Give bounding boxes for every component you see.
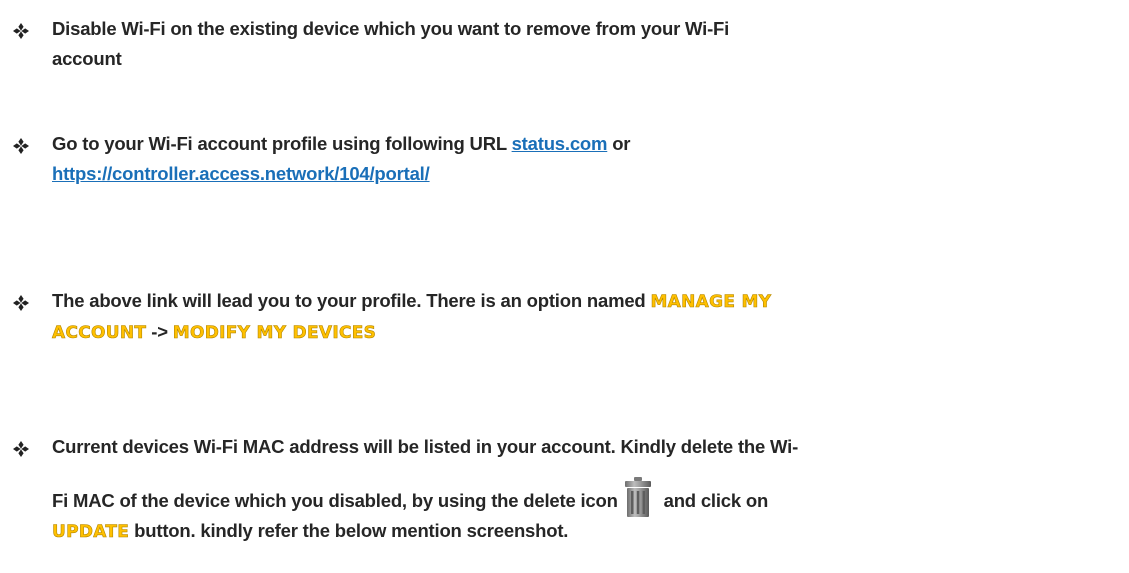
four-diamond-bullet-icon bbox=[10, 129, 34, 159]
instruction-item-delete-mac: Current devices Wi-Fi MAC address will b… bbox=[13, 432, 1092, 547]
four-diamond-bullet-icon bbox=[10, 286, 34, 316]
four-diamond-bullet-icon bbox=[10, 432, 34, 462]
instruction-item-manage-account: The above link will lead you to your pro… bbox=[13, 286, 1092, 348]
item-4-refer-text: button. kindly refer the below mention s… bbox=[129, 520, 569, 541]
update-keyword: UPDATE bbox=[52, 522, 130, 543]
portal-link[interactable]: https://controller.access.network/104/po… bbox=[52, 163, 430, 184]
instructions-document: Disable Wi-Fi on the existing device whi… bbox=[0, 0, 1129, 573]
arrow-text: -> bbox=[146, 321, 173, 342]
item-4-text: Fi MAC of the device which you disabled,… bbox=[52, 490, 623, 511]
item-3-text: The above link will lead you to your pro… bbox=[52, 290, 651, 311]
manage-my-keyword: MANAGE MY bbox=[650, 292, 772, 313]
modify-my-devices-keyword: MODIFY MY DEVICES bbox=[172, 323, 377, 344]
item-4-line-1: Current devices Wi-Fi MAC address will b… bbox=[52, 436, 799, 457]
item-3-line-2: ACCOUNT -> MODIFY MY DEVICES bbox=[52, 317, 1092, 348]
item-2-line-1: Go to your Wi-Fi account profile using f… bbox=[52, 129, 1092, 159]
item-2-text: Go to your Wi-Fi account profile using f… bbox=[52, 133, 512, 154]
four-diamond-bullet-icon bbox=[10, 14, 34, 44]
trash-icon bbox=[623, 476, 653, 518]
item-4-line-2: Fi MAC of the device which you disabled,… bbox=[52, 474, 1092, 518]
item-2-line-2: https://controller.access.network/104/po… bbox=[52, 159, 1092, 189]
status-link[interactable]: status.com bbox=[512, 133, 608, 154]
instruction-item-disable-wifi: Disable Wi-Fi on the existing device whi… bbox=[13, 14, 1092, 74]
item-1-line-2: account bbox=[52, 48, 122, 69]
instruction-item-go-to-profile: Go to your Wi-Fi account profile using f… bbox=[13, 129, 1092, 189]
item-4-click-text: and click on bbox=[658, 490, 769, 511]
item-1-line-1: Disable Wi-Fi on the existing device whi… bbox=[52, 18, 730, 39]
item-2-or-text: or bbox=[607, 133, 631, 154]
item-4-line-3: UPDATE button. kindly refer the below me… bbox=[52, 516, 1092, 547]
account-keyword: ACCOUNT bbox=[52, 323, 147, 344]
item-3-line-1: The above link will lead you to your pro… bbox=[52, 286, 1092, 317]
